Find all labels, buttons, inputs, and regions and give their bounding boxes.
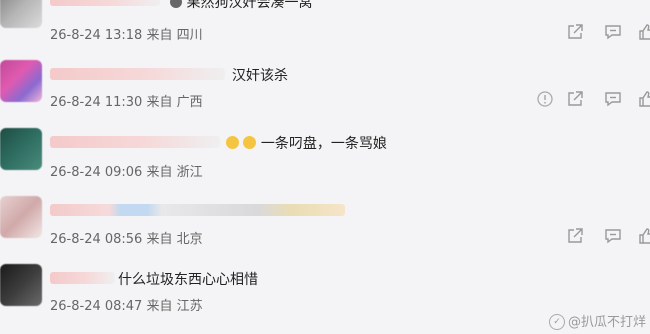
comment-text: 什么垃圾东西心心相惜 — [118, 272, 258, 288]
comment-text: 汉奸该杀 — [232, 68, 288, 84]
comment-item: 26-8-24 08:56 来自 北京 — [0, 196, 650, 260]
avatar[interactable] — [0, 264, 42, 306]
comment-from: 来自 — [146, 165, 173, 180]
comment-time: 26-8-24 13:18 — [50, 28, 143, 43]
report-icon[interactable] — [536, 90, 554, 108]
comment-from: 来自 — [146, 232, 173, 247]
comment-meta: 26-8-24 13:18 来自 四川 — [50, 24, 203, 43]
avatar[interactable] — [0, 196, 42, 238]
comment-item: 汉奸该杀 26-8-24 11:30 来自 广西 — [0, 60, 650, 124]
comment-time: 26-8-24 08:47 — [50, 299, 143, 314]
avatar[interactable] — [0, 128, 42, 170]
share-icon[interactable] — [566, 23, 584, 41]
comment-time: 26-8-24 08:56 — [50, 232, 143, 247]
comment-time: 26-8-24 11:30 — [50, 95, 143, 110]
comment-from: 来自 — [146, 28, 173, 43]
comment-meta: 26-8-24 09:06 来自 浙江 — [50, 161, 203, 180]
comment-location: 四川 — [176, 28, 203, 43]
comment-from: 来自 — [146, 95, 173, 110]
comment-text: 一条叼盘，一条骂娘 — [226, 133, 387, 153]
avatar[interactable] — [0, 0, 42, 28]
username-blurred[interactable] — [50, 0, 160, 6]
watermark: ✓ @扒瓜不打烊 — [548, 311, 646, 330]
comment-location: 广西 — [176, 95, 203, 110]
watermark-logo-icon: ✓ — [548, 314, 565, 330]
username-blurred[interactable] — [50, 204, 345, 216]
share-icon[interactable] — [566, 227, 584, 245]
reply-icon[interactable] — [604, 90, 622, 108]
reply-icon[interactable] — [604, 23, 622, 41]
reply-icon[interactable] — [604, 227, 622, 245]
username-blurred[interactable] — [50, 68, 225, 80]
comment-from: 来自 — [146, 299, 173, 314]
comment-item: 一条叼盘，一条骂娘 26-8-24 09:06 来自 浙江 — [0, 128, 650, 192]
comment-meta: 26-8-24 08:56 来自 北京 — [50, 228, 203, 247]
comment-meta: 26-8-24 11:30 来自 广西 — [50, 91, 203, 110]
comment-time: 26-8-24 09:06 — [50, 165, 143, 180]
comment-meta: 26-8-24 08:47 来自 江苏 — [50, 295, 203, 314]
username-blurred[interactable] — [50, 136, 220, 148]
commenter-mark-icon — [170, 0, 182, 8]
avatar[interactable] — [0, 60, 42, 102]
comment-location: 江苏 — [176, 299, 203, 314]
share-icon[interactable] — [566, 90, 584, 108]
smiley-emoji-icon — [243, 136, 257, 149]
username-blurred[interactable] — [50, 272, 115, 284]
comment-location: 北京 — [176, 232, 203, 247]
like-icon[interactable] — [638, 23, 650, 41]
comment-text: 果然狗汉奸会凑一窝 — [170, 0, 312, 12]
comment-item: 果然狗汉奸会凑一窝 26-8-24 13:18 来自 四川 — [0, 0, 650, 58]
like-icon[interactable] — [638, 227, 650, 245]
like-icon[interactable] — [638, 90, 650, 108]
comment-location: 浙江 — [176, 165, 203, 180]
smiley-emoji-icon — [226, 136, 239, 149]
